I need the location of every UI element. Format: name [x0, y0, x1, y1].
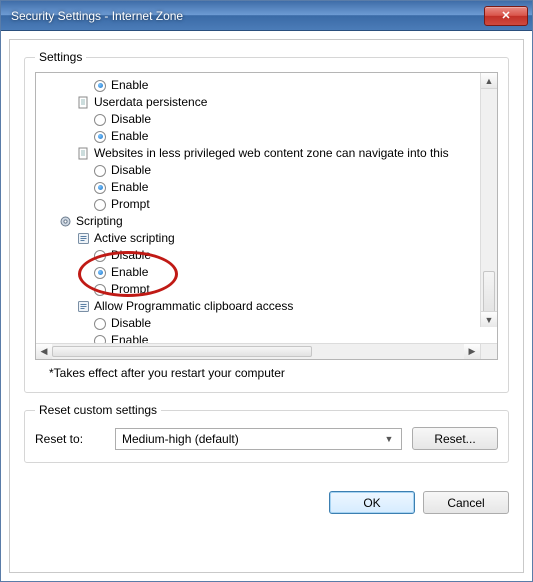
- close-icon: ✕: [501, 9, 510, 22]
- tree-radio-option[interactable]: Enable: [40, 179, 479, 196]
- settings-tree-container: EnableUserdata persistenceDisableEnableW…: [35, 72, 498, 360]
- tree-node: Websites in less privileged web content …: [40, 145, 479, 162]
- radio-icon[interactable]: [94, 284, 106, 296]
- radio-icon[interactable]: [94, 250, 106, 262]
- horizontal-scrollbar[interactable]: ◀ ▶: [36, 343, 497, 359]
- tree-node: Allow Programmatic clipboard access: [40, 298, 479, 315]
- radio-icon[interactable]: [94, 165, 106, 177]
- tree-radio-option[interactable]: Enable: [40, 264, 479, 281]
- page-icon: [76, 147, 90, 161]
- chevron-down-icon: ▼: [381, 431, 397, 447]
- tree-item-label: Disable: [111, 162, 151, 179]
- tree-radio-option[interactable]: Prompt: [40, 196, 479, 213]
- tree-item-label: Disable: [111, 111, 151, 128]
- titlebar[interactable]: Security Settings - Internet Zone ✕: [1, 1, 532, 31]
- reset-to-label: Reset to:: [35, 432, 105, 446]
- ok-button[interactable]: OK: [329, 491, 415, 514]
- dialog-button-row: OK Cancel: [10, 483, 523, 526]
- cancel-button[interactable]: Cancel: [423, 491, 509, 514]
- tree-item-label: Enable: [111, 179, 148, 196]
- tree-item-label: Scripting: [76, 213, 123, 230]
- tree-radio-option[interactable]: Disable: [40, 247, 479, 264]
- tree-item-label: Enable: [111, 332, 148, 343]
- scrollbar-corner: [480, 344, 497, 359]
- settings-legend: Settings: [35, 50, 86, 64]
- script-icon: [76, 300, 90, 314]
- tree-radio-option[interactable]: Prompt: [40, 281, 479, 298]
- tree-node: Userdata persistence: [40, 94, 479, 111]
- tree-item-label: Allow Programmatic clipboard access: [94, 298, 293, 315]
- radio-icon[interactable]: [94, 182, 106, 194]
- tree-item-label: Websites in less privileged web content …: [94, 145, 449, 162]
- tree-item-label: Enable: [111, 128, 148, 145]
- reset-legend: Reset custom settings: [35, 403, 161, 417]
- tree-item-label: Enable: [111, 77, 148, 94]
- dialog-window: Security Settings - Internet Zone ✕ Sett…: [0, 0, 533, 582]
- scroll-up-icon[interactable]: ▲: [481, 73, 497, 89]
- settings-group: Settings EnableUserdata persistenceDisab…: [24, 50, 509, 393]
- script-icon: [76, 232, 90, 246]
- scroll-right-icon[interactable]: ▶: [464, 344, 480, 359]
- vertical-scrollbar[interactable]: ▲ ▼: [480, 73, 497, 327]
- radio-icon[interactable]: [94, 114, 106, 126]
- tree-radio-option[interactable]: Disable: [40, 162, 479, 179]
- tree-item-label: Userdata persistence: [94, 94, 207, 111]
- tree-item-label: Prompt: [111, 196, 150, 213]
- tree-node: Scripting: [40, 213, 479, 230]
- gear-icon: [58, 215, 72, 229]
- tree-item-label: Disable: [111, 247, 151, 264]
- tree-radio-option[interactable]: Enable: [40, 332, 479, 343]
- scroll-down-icon[interactable]: ▼: [481, 311, 497, 327]
- tree-radio-option[interactable]: Enable: [40, 77, 479, 94]
- tree-radio-option[interactable]: Disable: [40, 111, 479, 128]
- tree-radio-option[interactable]: Disable: [40, 315, 479, 332]
- restart-note: *Takes effect after you restart your com…: [49, 366, 498, 380]
- reset-combo-value: Medium-high (default): [122, 432, 239, 446]
- radio-icon[interactable]: [94, 318, 106, 330]
- page-icon: [76, 96, 90, 110]
- close-button[interactable]: ✕: [484, 6, 528, 26]
- tree-item-label: Enable: [111, 264, 148, 281]
- horizontal-scroll-thumb[interactable]: [52, 346, 312, 357]
- reset-button[interactable]: Reset...: [412, 427, 498, 450]
- radio-icon[interactable]: [94, 80, 106, 92]
- tree-item-label: Prompt: [111, 281, 150, 298]
- settings-tree-viewport[interactable]: EnableUserdata persistenceDisableEnableW…: [36, 73, 497, 343]
- tree-item-label: Active scripting: [94, 230, 175, 247]
- scroll-left-icon[interactable]: ◀: [36, 344, 52, 359]
- tree-radio-option[interactable]: Enable: [40, 128, 479, 145]
- radio-icon[interactable]: [94, 199, 106, 211]
- tree-node: Active scripting: [40, 230, 479, 247]
- radio-icon[interactable]: [94, 335, 106, 344]
- radio-icon[interactable]: [94, 267, 106, 279]
- radio-icon[interactable]: [94, 131, 106, 143]
- window-title: Security Settings - Internet Zone: [11, 9, 484, 23]
- client-area: Settings EnableUserdata persistenceDisab…: [9, 39, 524, 573]
- tree-item-label: Disable: [111, 315, 151, 332]
- reset-level-combo[interactable]: Medium-high (default) ▼: [115, 428, 402, 450]
- reset-group: Reset custom settings Reset to: Medium-h…: [24, 403, 509, 463]
